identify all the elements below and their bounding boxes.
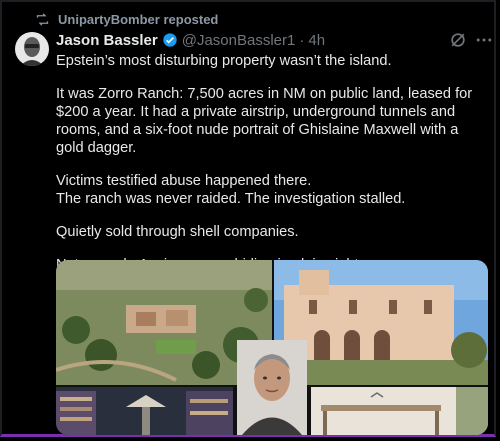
media-image-room[interactable] <box>311 387 488 435</box>
author-handle[interactable]: @JasonBassler1 <box>182 32 296 49</box>
media-image-portrait[interactable] <box>237 340 307 435</box>
media-image-library[interactable] <box>56 387 233 435</box>
repost-icon <box>36 12 49 26</box>
separator-dot: · <box>299 31 305 49</box>
tweet-text: Epstein’s most disturbing property wasn’… <box>56 52 480 289</box>
tweet-line: The ranch was never raided. The investig… <box>56 191 406 207</box>
grok-icon[interactable] <box>448 30 468 50</box>
author-name[interactable]: Jason Bassler <box>56 32 158 49</box>
tweet-paragraph: Victims testified abuse happened there. … <box>56 172 480 208</box>
repost-indicator[interactable]: UnipartyBomber reposted <box>35 10 218 28</box>
tweet-media[interactable] <box>56 260 488 435</box>
verified-badge-icon <box>163 33 177 47</box>
tweet-header: Jason Bassler @JasonBassler1 · 4h <box>56 30 325 50</box>
timestamp[interactable]: 4h <box>308 32 325 49</box>
author-avatar[interactable] <box>15 32 49 66</box>
tweet-card[interactable]: UnipartyBomber reposted Jason Bassler @J… <box>0 0 496 437</box>
tweet-paragraph: Epstein’s most disturbing property wasn’… <box>56 53 392 69</box>
repost-label: UnipartyBomber reposted <box>58 11 219 27</box>
tweet-paragraph: Quietly sold through shell companies. <box>56 224 299 240</box>
tweet-paragraph: It was Zorro Ranch: 7,500 acres in NM on… <box>56 86 473 156</box>
tweet-line: Victims testified abuse happened there. <box>56 173 312 189</box>
more-icon[interactable] <box>474 30 494 50</box>
